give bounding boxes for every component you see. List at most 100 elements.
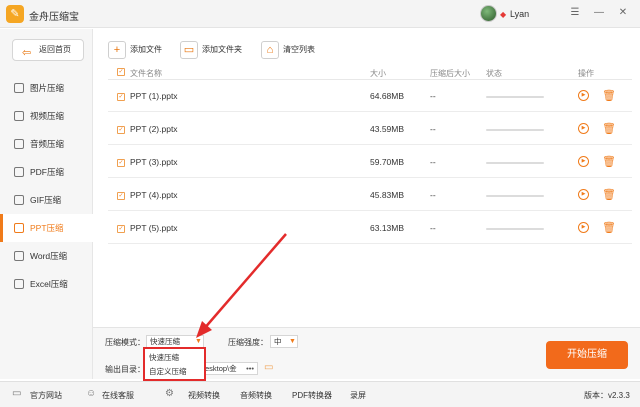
chevron-down-icon[interactable]: ▼ (195, 338, 202, 345)
excel-icon (14, 279, 24, 289)
sidebar-item-label: Word压缩 (30, 251, 68, 261)
monitor-icon: ▭ (12, 388, 22, 399)
arrow-shaft (202, 233, 287, 331)
image-icon (14, 83, 24, 93)
sidebar-item-label: 音频压缩 (30, 139, 65, 149)
compressed-size: -- (430, 91, 436, 101)
user-name[interactable]: Lyan (510, 9, 529, 19)
open-folder-icon[interactable]: ▭ (264, 362, 273, 373)
compressed-size: -- (430, 190, 436, 200)
footer-screen-record[interactable]: 录屏 (350, 390, 366, 401)
sidebar-item-image[interactable]: 图片压缩 (0, 74, 93, 102)
file-size: 64.68MB (370, 91, 405, 101)
table-header: ✓ 文件名称 大小 压缩后大小 状态 操作 (108, 64, 632, 80)
footer-official-site[interactable]: 官方网站 (30, 390, 62, 401)
table-row[interactable]: ✓ PPT (2).pptx 43.59MB -- ▶ 🗑 (108, 113, 632, 145)
play-icon[interactable]: ▶ (578, 189, 589, 200)
table-row[interactable]: ✓ PPT (3).pptx 59.70MB -- ▶ 🗑 (108, 146, 632, 178)
add-file-button[interactable]: + 添加文件 (108, 41, 162, 59)
trash-icon[interactable]: 🗑 (602, 122, 616, 135)
play-icon[interactable]: ▶ (578, 123, 589, 134)
compressed-size: -- (430, 223, 436, 233)
footer-bar: ▭ 官方网站 ☺ 在线客服 ⚙ 视频转换 音频转换 PDF转换器 录屏 版本：v… (0, 381, 640, 407)
row-checkbox[interactable]: ✓ (117, 192, 125, 200)
file-size: 45.83MB (370, 190, 405, 200)
option-custom-compress[interactable]: 自定义压缩 (149, 366, 187, 377)
footer-online-support[interactable]: 在线客服 (102, 390, 134, 401)
table-row[interactable]: ✓ PPT (4).pptx 45.83MB -- ▶ 🗑 (108, 179, 632, 211)
menu-icon[interactable]: ☰ (568, 6, 582, 20)
file-name: PPT (5).pptx (130, 223, 178, 233)
sidebar-item-gif[interactable]: GIF压缩 (0, 186, 93, 214)
app-title: 金舟压缩宝 (29, 12, 79, 23)
sidebar-item-label: 图片压缩 (30, 83, 65, 93)
output-path-input[interactable]: esktop\金 ••• (202, 362, 258, 375)
output-path-value: esktop\金 (205, 364, 237, 373)
row-checkbox[interactable]: ✓ (117, 126, 125, 134)
trash-icon[interactable]: 🗑 (602, 155, 616, 168)
user-avatar[interactable] (480, 5, 497, 22)
sidebar-item-excel[interactable]: Excel压缩 (0, 270, 93, 298)
folder-icon: ▭ (180, 41, 198, 59)
back-home-button[interactable]: ⇦ 返回首页 (12, 39, 84, 61)
clear-list-button[interactable]: ⌂ 清空列表 (261, 41, 315, 59)
plus-icon: + (108, 41, 126, 59)
progress-bar (486, 228, 544, 230)
trash-icon[interactable]: 🗑 (602, 221, 616, 234)
col-name-header: 文件名称 (130, 69, 162, 78)
sidebar-item-audio[interactable]: 音频压缩 (0, 130, 93, 158)
col-after-header: 压缩后大小 (430, 69, 470, 78)
sidebar-item-video[interactable]: 视频压缩 (0, 102, 93, 130)
add-file-label: 添加文件 (130, 45, 162, 54)
compress-strength-value: 中 (274, 337, 282, 346)
sidebar-item-label: GIF压缩 (30, 195, 62, 205)
col-action-header: 操作 (578, 69, 594, 78)
row-checkbox[interactable]: ✓ (117, 225, 125, 233)
play-icon[interactable]: ▶ (578, 90, 589, 101)
play-icon[interactable]: ▶ (578, 222, 589, 233)
row-checkbox[interactable]: ✓ (117, 159, 125, 167)
add-folder-button[interactable]: ▭ 添加文件夹 (180, 41, 242, 59)
progress-bar (486, 162, 544, 164)
sidebar-item-ppt[interactable]: PPT压缩 (0, 214, 93, 242)
select-all-checkbox[interactable]: ✓ (117, 68, 125, 76)
headset-icon: ☺ (86, 388, 97, 399)
file-size: 59.70MB (370, 157, 405, 167)
trash-icon[interactable]: 🗑 (602, 188, 616, 201)
row-checkbox[interactable]: ✓ (117, 93, 125, 101)
table-row[interactable]: ✓ PPT (1).pptx 64.68MB -- ▶ 🗑 (108, 80, 632, 112)
version-label: 版本：v2.3.3 (584, 391, 630, 400)
compressed-size: -- (430, 157, 436, 167)
compress-mode-label: 压缩模式： (105, 338, 145, 347)
chevron-down-icon[interactable]: ▼ (289, 338, 296, 345)
clear-list-label: 清空列表 (283, 45, 315, 54)
file-name: PPT (2).pptx (130, 124, 178, 134)
sidebar-item-pdf[interactable]: PDF压缩 (0, 158, 93, 186)
close-button[interactable]: ✕ (616, 6, 630, 20)
start-compress-button[interactable]: 开始压缩 (546, 341, 628, 369)
footer-audio-convert[interactable]: 音频转换 (240, 390, 272, 401)
gif-icon (14, 195, 24, 205)
option-fast-compress[interactable]: 快速压缩 (149, 352, 179, 363)
compress-strength-label: 压缩强度： (228, 338, 268, 347)
back-arrow-icon: ⇦ (22, 47, 32, 59)
col-status-header: 状态 (486, 69, 502, 78)
sidebar: ⇦ 返回首页 图片压缩 视频压缩 音频压缩 PDF压缩 GIF压缩 PPT压缩 … (0, 29, 93, 379)
sidebar-item-label: PPT压缩 (30, 223, 64, 233)
vip-gem-icon: ◆ (500, 10, 507, 19)
table-row[interactable]: ✓ PPT (5).pptx 63.13MB -- ▶ 🗑 (108, 212, 632, 244)
file-name: PPT (3).pptx (130, 157, 178, 167)
file-size: 63.13MB (370, 223, 405, 233)
file-size: 43.59MB (370, 124, 405, 134)
footer-pdf-converter[interactable]: PDF转换器 (292, 390, 332, 401)
play-icon[interactable]: ▶ (578, 156, 589, 167)
minimize-button[interactable]: — (592, 6, 606, 20)
audio-icon (14, 139, 24, 149)
add-folder-label: 添加文件夹 (202, 45, 242, 54)
footer-video-convert[interactable]: 视频转换 (188, 390, 220, 401)
trash-icon[interactable]: 🗑 (602, 89, 616, 102)
more-options-icon[interactable]: ••• (246, 363, 254, 374)
sidebar-item-word[interactable]: Word压缩 (0, 242, 93, 270)
progress-bar (486, 129, 544, 131)
title-bar: ✎ 金舟压缩宝 ◆ Lyan ☰ — ✕ (0, 0, 640, 28)
